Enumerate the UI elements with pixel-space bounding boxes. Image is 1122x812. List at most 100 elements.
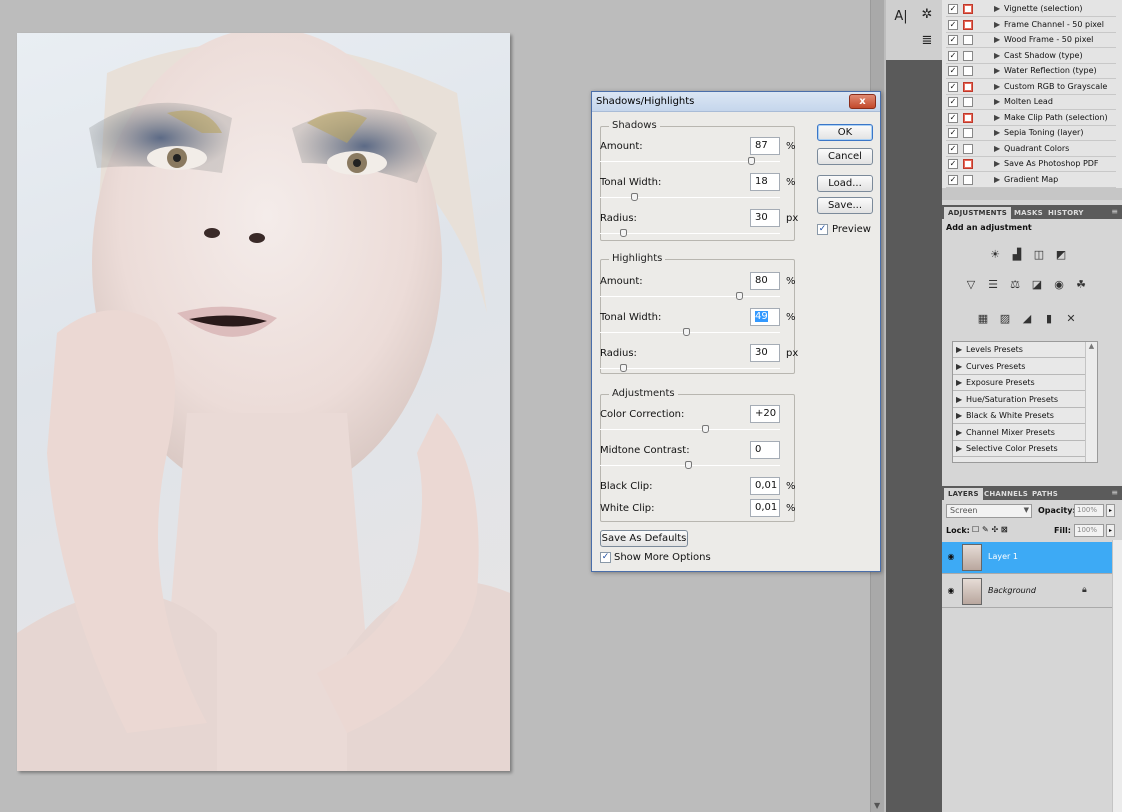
dialog-toggle-icon[interactable] xyxy=(963,50,973,61)
midtone-contrast-slider[interactable] xyxy=(600,461,780,469)
shadows-radius-slider[interactable] xyxy=(600,229,780,237)
black-clip-input[interactable]: 0,01 xyxy=(750,477,780,495)
opacity-arrow-icon[interactable]: ▸ xyxy=(1106,504,1115,517)
posterize-icon[interactable]: ▨ xyxy=(996,311,1014,327)
invert-icon[interactable]: ▦ xyxy=(974,311,992,327)
action-row[interactable]: ✓ ▶ Custom RGB to Grayscale xyxy=(946,80,1116,95)
save-as-defaults-button[interactable]: Save As Defaults xyxy=(600,530,688,547)
curves-icon[interactable]: ◫ xyxy=(1030,247,1048,263)
dialog-toggle-icon[interactable] xyxy=(963,174,973,185)
action-row[interactable]: ✓ ▶ Water Reflection (type) xyxy=(946,64,1116,79)
threshold-icon[interactable]: ◢ xyxy=(1018,311,1036,327)
action-row[interactable]: ✓ ▶ Frame Channel - 50 pixel xyxy=(946,18,1116,33)
visibility-eye-icon[interactable]: ◉ xyxy=(946,586,956,596)
black-white-icon[interactable]: ◪ xyxy=(1028,277,1046,293)
action-toggle-checkbox[interactable]: ✓ xyxy=(948,128,958,138)
expand-triangle-icon[interactable]: ▶ xyxy=(956,444,962,453)
blend-mode-select[interactable]: Screen ▼ xyxy=(946,504,1032,518)
brightness-contrast-icon[interactable]: ☀ xyxy=(986,247,1004,263)
expand-triangle-icon[interactable]: ▶ xyxy=(956,362,962,371)
action-toggle-checkbox[interactable]: ✓ xyxy=(948,159,958,169)
white-clip-input[interactable]: 0,01 xyxy=(750,499,780,517)
paragraph-panel-icon[interactable]: ≣ xyxy=(916,30,938,52)
photo-filter-icon[interactable]: ◉ xyxy=(1050,277,1068,293)
tab-masks[interactable]: MASKS xyxy=(1010,207,1047,219)
preset-row[interactable]: ▶ Selective Color Presets xyxy=(953,441,1085,457)
shadows-tonal-width-input[interactable]: 18 xyxy=(750,173,780,191)
slider-thumb[interactable] xyxy=(620,229,628,237)
character-panel-icon[interactable]: A| xyxy=(890,6,912,28)
lock-icons[interactable]: ☐ ✎ ✣ ⊠ xyxy=(972,525,1008,534)
brush-panel-icon[interactable]: ✲ xyxy=(916,4,938,26)
tab-paths[interactable]: PATHS xyxy=(1028,488,1062,500)
action-toggle-checkbox[interactable]: ✓ xyxy=(948,112,958,123)
layer-row[interactable]: ◉ Layer 1 xyxy=(942,542,1112,574)
action-toggle-checkbox[interactable]: ✓ xyxy=(948,19,958,30)
scroll-down-icon[interactable]: ▼ xyxy=(874,801,880,810)
opacity-input[interactable]: 100% xyxy=(1074,504,1104,517)
highlights-tonal-width-slider[interactable] xyxy=(600,328,780,336)
expand-triangle-icon[interactable]: ▶ xyxy=(994,159,1000,168)
action-toggle-checkbox[interactable]: ✓ xyxy=(948,50,958,61)
expand-triangle-icon[interactable]: ▶ xyxy=(994,35,1000,44)
dialog-toggle-icon[interactable] xyxy=(963,35,973,45)
action-row[interactable]: ✓ ▶ Gradient Map xyxy=(946,173,1116,188)
selective-color-icon[interactable]: ✕ xyxy=(1062,311,1080,327)
preset-row[interactable]: ▶ Hue/Saturation Presets xyxy=(953,392,1085,408)
expand-triangle-icon[interactable]: ▶ xyxy=(956,345,962,354)
expand-triangle-icon[interactable]: ▶ xyxy=(994,66,1000,75)
fill-input[interactable]: 100% xyxy=(1074,524,1104,537)
midtone-contrast-input[interactable]: 0 xyxy=(750,441,780,459)
action-row[interactable]: ✓ ▶ Wood Frame - 50 pixel xyxy=(946,33,1116,48)
dialog-toggle-icon[interactable] xyxy=(963,112,973,123)
preview-checkbox[interactable]: ✓ xyxy=(817,224,828,235)
shadows-tonal-width-slider[interactable] xyxy=(600,193,780,201)
slider-thumb[interactable] xyxy=(620,364,628,372)
layers-scrollbar[interactable] xyxy=(1112,540,1122,812)
color-balance-icon[interactable]: ⚖ xyxy=(1006,277,1024,293)
color-correction-slider[interactable] xyxy=(600,425,780,433)
action-row[interactable]: ✓ ▶ Sepia Toning (layer) xyxy=(946,126,1116,141)
slider-thumb[interactable] xyxy=(736,292,743,300)
action-toggle-checkbox[interactable]: ✓ xyxy=(948,174,958,185)
expand-triangle-icon[interactable]: ▶ xyxy=(956,411,962,420)
expand-triangle-icon[interactable]: ▶ xyxy=(994,20,1000,29)
highlights-radius-input[interactable]: 30 xyxy=(750,344,780,362)
dialog-toggle-icon[interactable] xyxy=(963,4,973,14)
visibility-eye-icon[interactable]: ◉ xyxy=(946,552,956,562)
channel-mixer-icon[interactable]: ☘ xyxy=(1072,277,1090,293)
action-toggle-checkbox[interactable]: ✓ xyxy=(948,66,958,76)
panel-menu-icon[interactable]: ≡ xyxy=(1111,488,1118,497)
dialog-toggle-icon[interactable] xyxy=(963,97,973,107)
dialog-toggle-icon[interactable] xyxy=(963,128,973,138)
tab-layers[interactable]: LAYERS xyxy=(944,488,983,500)
action-row[interactable]: ✓ ▶ Vignette (selection) xyxy=(946,2,1116,17)
slider-thumb[interactable] xyxy=(685,461,692,469)
dialog-toggle-icon[interactable] xyxy=(963,66,973,76)
slider-thumb[interactable] xyxy=(702,425,709,433)
ok-button[interactable]: OK xyxy=(817,124,873,141)
fill-arrow-icon[interactable]: ▸ xyxy=(1106,524,1115,537)
dialog-toggle-icon[interactable] xyxy=(963,159,973,169)
panel-menu-icon[interactable]: ≡ xyxy=(1111,207,1118,216)
preset-row[interactable]: ▶ Black & White Presets xyxy=(953,408,1085,424)
tab-history[interactable]: HISTORY xyxy=(1044,207,1088,219)
levels-icon[interactable]: ▟ xyxy=(1008,247,1026,263)
cancel-button[interactable]: Cancel xyxy=(817,148,873,165)
dialog-toggle-icon[interactable] xyxy=(963,81,973,92)
preset-row[interactable]: ▶ Channel Mixer Presets xyxy=(953,425,1085,441)
action-toggle-checkbox[interactable]: ✓ xyxy=(948,97,958,107)
show-more-options-checkbox[interactable]: ✓ xyxy=(600,552,611,563)
highlights-tonal-width-input[interactable]: 49 xyxy=(750,308,780,326)
highlights-amount-input[interactable]: 80 xyxy=(750,272,780,290)
exposure-icon[interactable]: ◩ xyxy=(1052,247,1070,263)
action-row[interactable]: ✓ ▶ Save As Photoshop PDF xyxy=(946,157,1116,172)
expand-triangle-icon[interactable]: ▶ xyxy=(994,175,1000,184)
action-row[interactable]: ✓ ▶ Molten Lead xyxy=(946,95,1116,110)
shadows-radius-input[interactable]: 30 xyxy=(750,209,780,227)
portrait-photo[interactable] xyxy=(17,33,510,771)
expand-triangle-icon[interactable]: ▶ xyxy=(994,51,1000,60)
action-toggle-checkbox[interactable]: ✓ xyxy=(948,81,958,92)
dialog-toggle-icon[interactable] xyxy=(963,19,973,30)
highlights-radius-slider[interactable] xyxy=(600,364,780,372)
